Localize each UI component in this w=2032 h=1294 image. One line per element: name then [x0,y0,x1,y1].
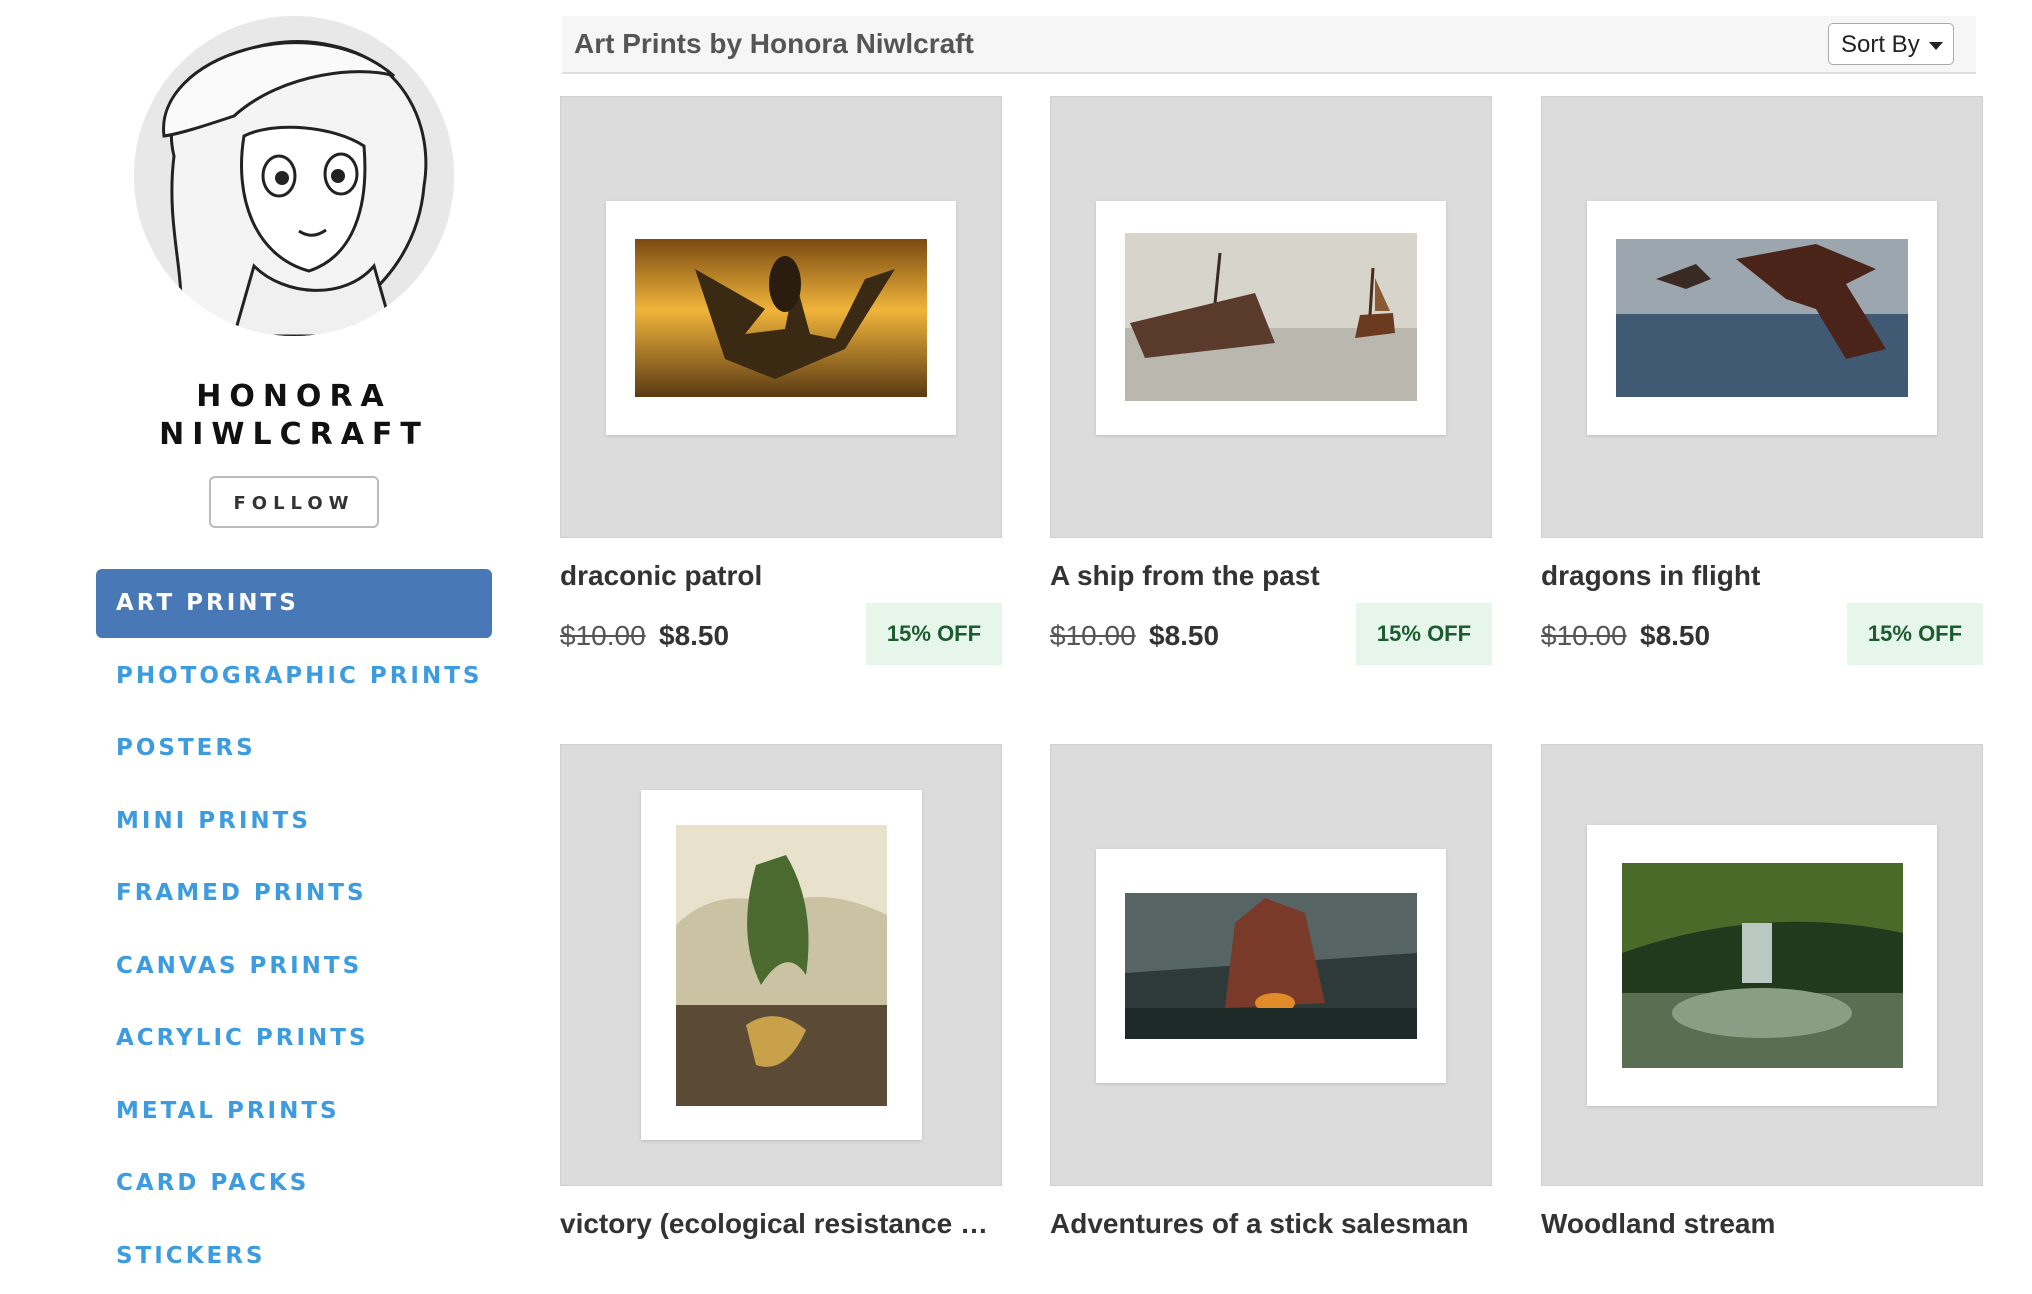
nav-item-acrylic-prints[interactable]: ACRYLIC PRINTS [96,1004,492,1073]
product-title[interactable]: victory (ecological resistance … [560,1208,1002,1240]
print-mat [1587,825,1937,1106]
discount-badge: 15% OFF [866,603,1002,665]
product-title[interactable]: draconic patrol [560,560,1002,592]
product-thumbnail[interactable] [560,96,1002,538]
discount-badge: 15% OFF [1847,603,1983,665]
product-thumbnail[interactable] [1050,744,1492,1186]
nav-item-card-packs[interactable]: CARD PACKS [96,1149,492,1218]
product-thumbnail[interactable] [560,744,1002,1186]
avatar-illustration [134,16,454,336]
discount-badge: 15% OFF [1356,603,1492,665]
product-thumbnail[interactable] [1541,744,1983,1186]
artwork-image [676,825,887,1106]
print-mat [1096,201,1446,435]
print-mat [1587,201,1937,435]
original-price: $10.00 [1050,620,1136,651]
main-content: Art Prints by Honora Niwlcraft Sort By d… [560,0,2032,1250]
follow-button[interactable]: FOLLOW [209,476,379,528]
artist-sidebar: HONORA NIWLCRAFT FOLLOW ART PRINTS PHOTO… [0,0,520,1269]
artwork-image [1125,893,1417,1039]
original-price: $10.00 [560,620,646,651]
product-card: Adventures of a stick salesman [1050,744,1492,1239]
sort-by-label: Sort By [1841,31,1920,58]
product-title[interactable]: A ship from the past [1050,560,1492,592]
product-title[interactable]: Woodland stream [1541,1208,1983,1240]
artwork-image [1622,863,1903,1068]
sale-price: $8.50 [1149,620,1220,651]
nav-item-art-prints[interactable]: ART PRINTS [96,569,492,638]
print-mat [641,790,922,1140]
product-card: Woodland stream [1541,744,1983,1239]
product-title[interactable]: dragons in flight [1541,560,1983,592]
results-header: Art Prints by Honora Niwlcraft Sort By [562,16,1976,74]
product-thumbnail[interactable] [1541,96,1983,538]
original-price: $10.00 [1541,620,1627,651]
artwork-image [1616,239,1908,397]
product-thumbnail[interactable] [1050,96,1492,538]
print-mat [1096,849,1446,1083]
page-title: Art Prints by Honora Niwlcraft [574,28,974,59]
product-title[interactable]: Adventures of a stick salesman [1050,1208,1492,1240]
nav-item-posters[interactable]: POSTERS [96,714,492,783]
product-card: draconic patrol $10.00 $8.50 15% OFF [560,96,1002,665]
artwork-image [1125,233,1417,401]
nav-item-photographic-prints[interactable]: PHOTOGRAPHIC PRINTS [96,642,492,711]
product-type-nav: ART PRINTS PHOTOGRAPHIC PRINTS POSTERS M… [96,569,492,1294]
product-card: victory (ecological resistance … [560,744,1002,1239]
nav-item-canvas-prints[interactable]: CANVAS PRINTS [96,932,492,1001]
sale-price: $8.50 [659,620,730,651]
nav-item-mini-prints[interactable]: MINI PRINTS [96,787,492,856]
product-card: dragons in flight $10.00 $8.50 15% OFF [1541,96,1983,665]
nav-item-stickers[interactable]: STICKERS [96,1222,492,1291]
product-card: A ship from the past $10.00 $8.50 15% OF… [1050,96,1492,665]
artist-avatar[interactable] [134,16,454,336]
nav-item-metal-prints[interactable]: METAL PRINTS [96,1077,492,1146]
caret-down-icon [1929,42,1943,50]
artist-name: HONORA NIWLCRAFT [159,379,429,452]
print-mat [606,201,956,435]
artwork-image [635,239,927,397]
nav-item-framed-prints[interactable]: FRAMED PRINTS [96,859,492,928]
sale-price: $8.50 [1640,620,1711,651]
sort-by-dropdown[interactable]: Sort By [1828,23,1954,65]
